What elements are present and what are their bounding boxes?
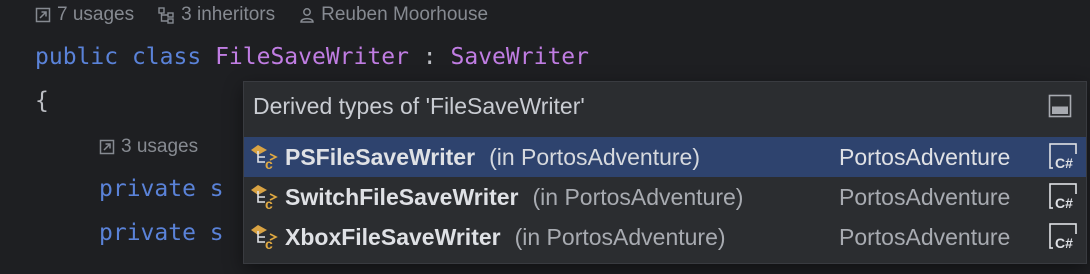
derived-class-icon: c: [251, 185, 278, 212]
derived-type-namespace: (in PortosAdventure): [514, 223, 726, 250]
derived-types-list[interactable]: c PSFileSaveWriter (in PortosAdventure) …: [244, 137, 1086, 257]
usages-hint-label: 7 usages: [57, 4, 135, 25]
inheritance-separator: :: [422, 44, 437, 70]
csharp-project-icon: C#: [1049, 223, 1078, 251]
csharp-project-icon: C#: [1049, 183, 1078, 211]
derived-types-popup[interactable]: Derived types of 'FileSaveWriter' c PSFi…: [243, 81, 1087, 264]
keyword-private: private: [99, 220, 196, 246]
svg-text:C#: C#: [1055, 195, 1073, 211]
class-declaration-line[interactable]: public class FileSaveWriter : SaveWriter: [35, 42, 589, 72]
derived-type-name: XboxFileSaveWriter: [285, 223, 501, 250]
inheritors-hint-label: 3 inheritors: [181, 4, 276, 25]
author-hint-label: Reuben Moorhouse: [321, 4, 489, 25]
inheritors-hint[interactable]: 3 inheritors: [158, 4, 275, 26]
derived-type-name: PSFileSaveWriter: [285, 143, 476, 170]
csharp-project-icon: C#: [1049, 143, 1078, 171]
derived-type-module: PortosAdventure: [839, 143, 1011, 170]
derived-type-name: SwitchFileSaveWriter: [285, 183, 519, 210]
list-item[interactable]: c PSFileSaveWriter (in PortosAdventure) …: [244, 137, 1086, 177]
code-vision-hints: 7 usages 3 inheritors Reuben Moorhouse: [35, 3, 488, 27]
usages-hint[interactable]: 7 usages: [35, 4, 134, 26]
derived-class-icon: c: [251, 145, 278, 172]
list-item[interactable]: c SwitchFileSaveWriter (in PortosAdventu…: [244, 177, 1086, 217]
author-hint[interactable]: Reuben Moorhouse: [299, 4, 488, 26]
keyword-class: class: [131, 44, 202, 70]
svg-text:C#: C#: [1055, 155, 1073, 171]
link-arrow-icon: [99, 139, 115, 155]
member-usages-hint-label: 3 usages: [121, 136, 199, 157]
derived-type-namespace: (in PortosAdventure): [489, 143, 700, 170]
class-name[interactable]: FileSaveWriter: [215, 44, 409, 70]
member-code-vision-hints: 3 usages: [99, 135, 198, 159]
pin-window-icon[interactable]: [1048, 94, 1072, 118]
member-line-2[interactable]: private s: [99, 218, 224, 248]
base-class-name[interactable]: SaveWriter: [451, 44, 589, 70]
person-icon: [300, 8, 314, 23]
member-usages-hint[interactable]: 3 usages: [99, 136, 198, 158]
derived-type-namespace: (in PortosAdventure): [532, 183, 744, 210]
derived-class-icon: c: [251, 225, 278, 252]
member-type-partial: s: [209, 220, 224, 246]
svg-text:C#: C#: [1055, 235, 1073, 251]
keyword-public: public: [35, 44, 119, 70]
hierarchy-icon: [158, 6, 174, 24]
keyword-private: private: [99, 176, 196, 202]
derived-type-module: PortosAdventure: [839, 223, 1011, 250]
popup-title: Derived types of 'FileSaveWriter': [253, 92, 585, 119]
member-line-1[interactable]: private s: [99, 174, 224, 204]
derived-type-module: PortosAdventure: [839, 183, 1011, 210]
popup-header: Derived types of 'FileSaveWriter': [244, 82, 1086, 130]
member-type-partial: s: [209, 176, 224, 202]
open-brace: {: [35, 88, 49, 114]
link-arrow-icon: [35, 7, 51, 23]
list-item[interactable]: c XboxFileSaveWriter (in PortosAdventure…: [244, 217, 1086, 257]
